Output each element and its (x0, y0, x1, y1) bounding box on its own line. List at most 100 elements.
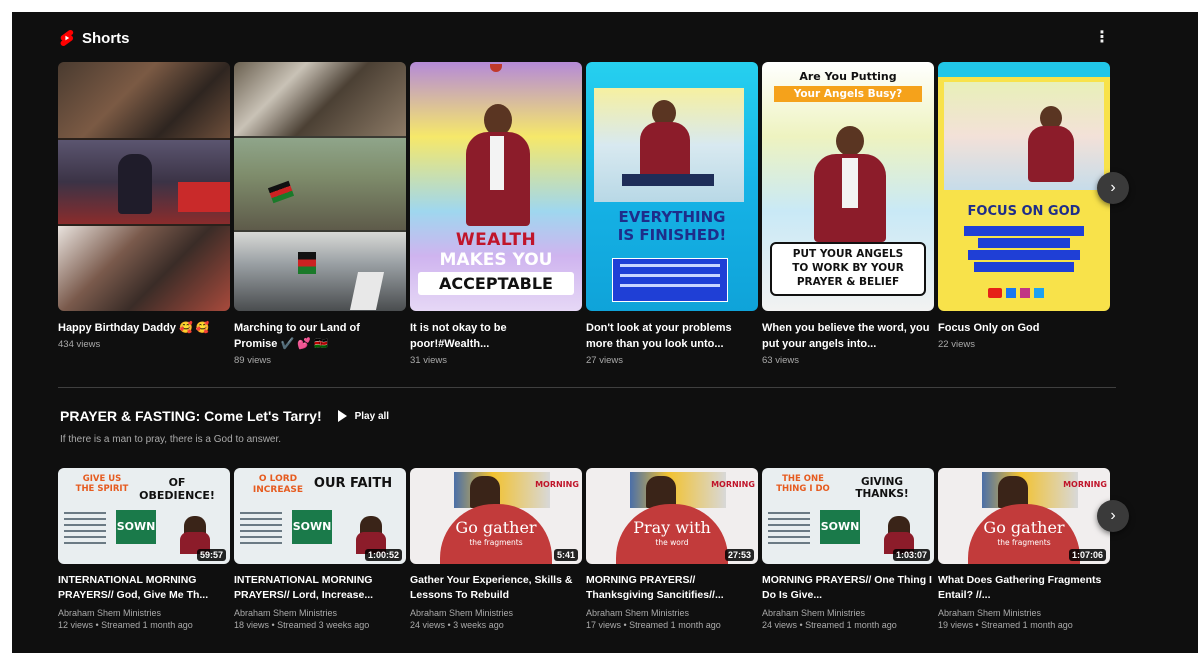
video-title[interactable]: MORNING PRAYERS// One Thing I Do Is Give… (762, 573, 934, 603)
art-thanks-line2: THING I DO (776, 484, 830, 494)
video-channel[interactable]: Abraham Shem Ministries (234, 608, 406, 618)
art-pray-line2: the word (655, 538, 689, 547)
video-channel[interactable]: Abraham Shem Ministries (410, 608, 582, 618)
video-thumbnail[interactable]: GIVE US THE SPIRIT OF OBEDIENCE! SOWN 59… (58, 468, 230, 564)
short-views: 63 views (762, 355, 799, 366)
art-gather2-line2: the fragments (997, 538, 1051, 547)
short-views: 434 views (58, 339, 101, 350)
art-thanks-line1: THE ONE (782, 474, 824, 484)
short-card[interactable]: Are You Putting Your Angels Busy? PUT YO… (762, 62, 934, 366)
short-title[interactable]: Don't look at your problems more than yo… (586, 320, 758, 352)
video-title[interactable]: What Does Gathering Fragments Entail? //… (938, 573, 1110, 603)
short-title[interactable]: Focus Only on God (938, 320, 1110, 336)
video-thumbnail[interactable]: MORNING Pray with the word 27:53 (586, 468, 758, 564)
play-all-label: Play all (354, 410, 390, 422)
art-obedience-line3: OF OBEDIENCE! (139, 476, 215, 502)
video-duration: 1:00:52 (364, 549, 402, 561)
video-thumbnail[interactable]: O LORD INCREASE OUR FAITH SOWN 1:00:52 (234, 468, 406, 564)
art-angels-line1: Are You Putting (799, 70, 897, 83)
short-card[interactable]: Happy Birthday Daddy 🥰 🥰 434 views (58, 62, 230, 350)
chevron-right-icon: › (1110, 507, 1116, 524)
art-angels-line3: PUT YOUR ANGELS (792, 248, 904, 260)
art-faith-line3: OUR FAITH (313, 476, 393, 491)
chevron-right-icon: › (1110, 179, 1116, 196)
shorts-shelf: Happy Birthday Daddy 🥰 🥰 434 views March… (58, 62, 1114, 382)
shorts-header: Shorts (60, 26, 130, 50)
short-card[interactable]: WEALTH MAKES YOU ACCEPTABLE It is not ok… (410, 62, 582, 366)
art-gather-line2: the fragments (469, 538, 523, 547)
short-views: 27 views (586, 355, 623, 366)
video-title[interactable]: INTERNATIONAL MORNING PRAYERS// Lord, In… (234, 573, 406, 603)
video-thumbnail[interactable]: MORNING Go gather the fragments 5:41 (410, 468, 582, 564)
playlist-next-button[interactable]: › (1097, 500, 1129, 532)
short-views: 31 views (410, 355, 447, 366)
video-meta: 19 views • Streamed 1 month ago (938, 620, 1073, 630)
video-title[interactable]: INTERNATIONAL MORNING PRAYERS// God, Giv… (58, 573, 230, 603)
short-thumbnail[interactable]: Are You Putting Your Angels Busy? PUT YO… (762, 62, 934, 311)
short-thumbnail[interactable]: FOCUS ON GOD (938, 62, 1110, 311)
video-meta: 24 views • 3 weeks ago (410, 620, 504, 630)
short-thumbnail[interactable] (234, 62, 406, 311)
art-sown-5: SOWN (820, 520, 860, 533)
short-thumbnail[interactable]: WEALTH MAKES YOU ACCEPTABLE (410, 62, 582, 311)
art-thanks-line3: GIVING THANKS! (855, 476, 909, 500)
video-thumbnail[interactable]: THE ONE THING I DO GIVING THANKS! SOWN 1… (762, 468, 934, 564)
video-channel[interactable]: Abraham Shem Ministries (58, 608, 230, 618)
video-meta: 17 views • Streamed 1 month ago (586, 620, 721, 630)
short-card[interactable]: FOCUS ON GOD Focus Only on God 22 views (938, 62, 1110, 350)
playlist-title[interactable]: PRAYER & FASTING: Come Let's Tarry! (60, 408, 322, 424)
art-gather2-tag: MORNING (1063, 480, 1107, 489)
short-thumbnail[interactable]: EVERYTHING IS FINISHED! (586, 62, 758, 311)
video-channel[interactable]: Abraham Shem Ministries (762, 608, 934, 618)
more-vert-icon[interactable]: ⋮ (1092, 24, 1112, 50)
art-obedience-line2: THE SPIRIT (75, 484, 129, 494)
play-all-button[interactable]: Play all (337, 410, 390, 422)
art-gather2-line1: Go gather (983, 518, 1065, 537)
short-title[interactable]: It is not okay to be poor!#Wealth... (410, 320, 582, 352)
short-card[interactable]: EVERYTHING IS FINISHED! Don't look at yo… (586, 62, 758, 366)
short-title[interactable]: Happy Birthday Daddy 🥰 🥰 (58, 320, 230, 336)
video-duration: 59:57 (196, 549, 226, 561)
video-duration: 27:53 (724, 549, 754, 561)
video-card[interactable]: MORNING Go gather the fragments 1:07:06 … (938, 468, 1110, 630)
art-faith-line1: O LORD (258, 474, 298, 484)
video-meta: 12 views • Streamed 1 month ago (58, 620, 193, 630)
art-finished-line2: IS FINISHED! (617, 226, 727, 244)
video-duration: 1:07:06 (1068, 549, 1106, 561)
youtube-channel-page: Shorts ⋮ Happy Birthday Daddy 🥰 🥰 434 vi… (12, 12, 1198, 653)
playlist-description: If there is a man to pray, there is a Go… (60, 434, 282, 445)
art-obedience-line1: GIVE US (82, 474, 122, 484)
video-duration: 1:03:07 (892, 549, 930, 561)
art-wealth-line3: ACCEPTABLE (418, 272, 574, 295)
video-thumbnail[interactable]: MORNING Go gather the fragments 1:07:06 (938, 468, 1110, 564)
short-title[interactable]: Marching to our Land of Promise ✔️ 💕 🇰🇪 (234, 320, 406, 352)
video-card[interactable]: MORNING Go gather the fragments 5:41 Gat… (410, 468, 582, 630)
short-thumbnail[interactable] (58, 62, 230, 311)
art-angels-line5: PRAYER & BELIEF (796, 276, 900, 288)
shorts-next-button[interactable]: › (1097, 172, 1129, 204)
playlist-shelf: GIVE US THE SPIRIT OF OBEDIENCE! SOWN 59… (58, 468, 1114, 653)
short-card[interactable]: Marching to our Land of Promise ✔️ 💕 🇰🇪 … (234, 62, 406, 366)
art-faith-line2: INCREASE (252, 485, 304, 495)
shorts-section-title: Shorts (82, 29, 130, 47)
art-sown-1: SOWN (116, 520, 156, 533)
short-title[interactable]: When you believe the word, you put your … (762, 320, 934, 352)
video-channel[interactable]: Abraham Shem Ministries (938, 608, 1110, 618)
video-card[interactable]: THE ONE THING I DO GIVING THANKS! SOWN 1… (762, 468, 934, 630)
video-channel[interactable]: Abraham Shem Ministries (586, 608, 758, 618)
video-meta: 24 views • Streamed 1 month ago (762, 620, 897, 630)
video-card[interactable]: O LORD INCREASE OUR FAITH SOWN 1:00:52 I… (234, 468, 406, 630)
video-card[interactable]: MORNING Pray with the word 27:53 MORNING… (586, 468, 758, 630)
video-card[interactable]: GIVE US THE SPIRIT OF OBEDIENCE! SOWN 59… (58, 468, 230, 630)
art-pray-line1: Pray with (633, 518, 711, 537)
playlist-header: PRAYER & FASTING: Come Let's Tarry! Play… (60, 408, 389, 424)
video-title[interactable]: MORNING PRAYERS// Thanksgiving Sancitifi… (586, 573, 758, 603)
video-meta: 18 views • Streamed 3 weeks ago (234, 620, 370, 630)
shorts-logo-icon (60, 30, 74, 46)
short-views: 89 views (234, 355, 271, 366)
art-angels-line2: Your Angels Busy? (774, 86, 922, 102)
art-pray-tag: MORNING (711, 480, 755, 489)
art-wealth-line2: MAKES YOU (439, 250, 553, 270)
video-title[interactable]: Gather Your Experience, Skills & Lessons… (410, 573, 582, 603)
video-duration: 5:41 (553, 549, 578, 561)
